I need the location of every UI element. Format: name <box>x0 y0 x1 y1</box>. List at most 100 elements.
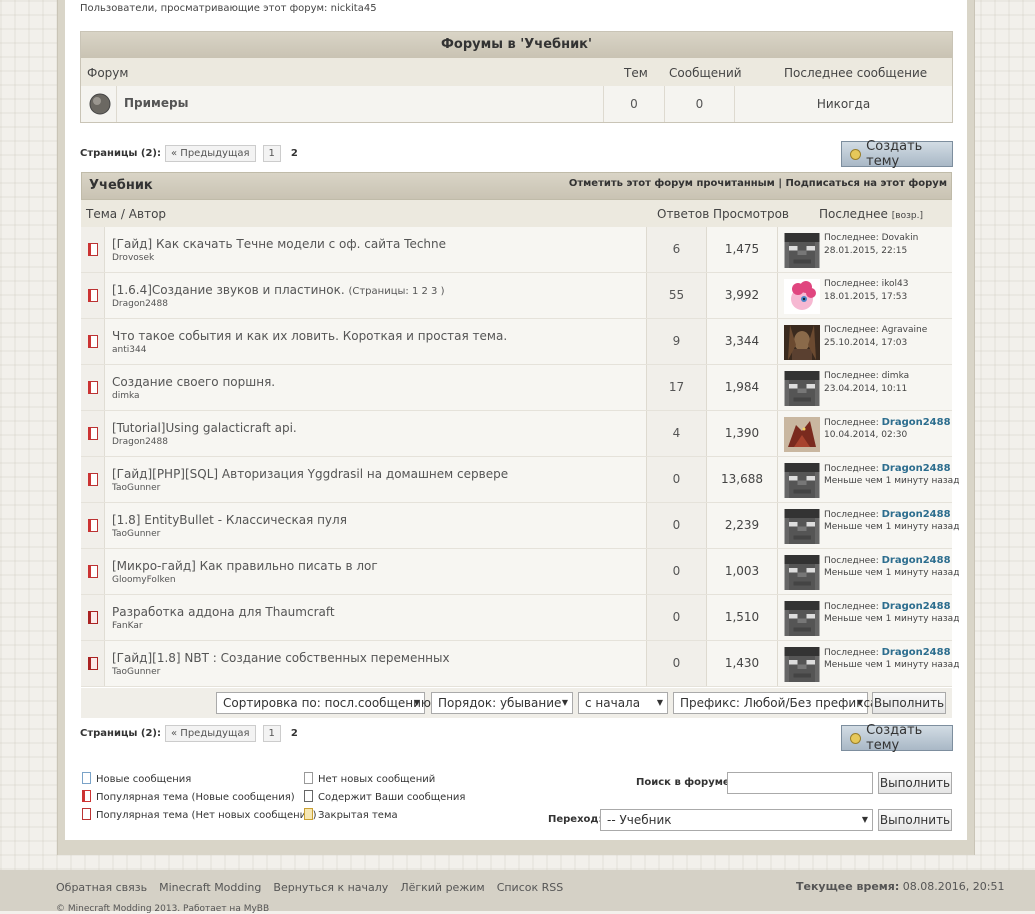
topic-author[interactable]: Dragon2488 <box>112 299 168 309</box>
topic-author[interactable]: TaoGunner <box>112 483 160 493</box>
topic-replies[interactable]: 0 <box>647 595 707 640</box>
avatar[interactable] <box>784 555 820 590</box>
subscribe-link[interactable]: Подписаться на этот форум <box>785 178 947 189</box>
search-go-button[interactable]: Выполнить <box>878 772 952 794</box>
topic-author[interactable]: TaoGunner <box>112 667 160 677</box>
topic-author[interactable]: dimka <box>112 391 140 401</box>
topic-title-link[interactable]: [1.8] EntityBullet - Классическая пуля <box>112 513 347 527</box>
avatar[interactable] <box>784 325 820 360</box>
footer-link-home[interactable]: Minecraft Modding <box>159 881 261 894</box>
topic-author[interactable]: TaoGunner <box>112 529 160 539</box>
col-last-post[interactable]: Последнее [возр.] <box>819 207 923 221</box>
col-replies[interactable]: Ответов <box>657 207 709 221</box>
topic-replies[interactable]: 6 <box>647 227 707 272</box>
topic-author[interactable]: GloomyFolken <box>112 575 176 585</box>
last-post-time: Меньше чем 1 минуту назад <box>824 476 960 486</box>
footer-link-top[interactable]: Вернуться к началу <box>273 881 388 894</box>
topic-row[interactable]: [Гайд][PHP][SQL] Авторизация Yggdrasil н… <box>81 457 959 503</box>
avatar[interactable] <box>784 509 820 544</box>
pagination-label: Страницы (2): <box>80 148 161 159</box>
jump-go-button[interactable]: Выполнить <box>878 809 952 831</box>
from-select[interactable]: с начала <box>578 692 668 714</box>
avatar[interactable] <box>784 371 820 406</box>
subforum-link[interactable]: Примеры <box>124 96 188 110</box>
page-1-link[interactable]: 1 <box>262 145 281 162</box>
topic-title-link[interactable]: [Микро-гайд] Как правильно писать в лог <box>112 559 378 573</box>
topic-author[interactable]: FanKar <box>112 621 143 631</box>
topic-row[interactable]: Создание своего поршня. dimka 17 1,984 Посл… <box>81 365 952 411</box>
topic-title-link[interactable]: [Tutorial]Using galacticraft api. <box>112 421 297 435</box>
topic-title-link[interactable]: Что такое события и как их ловить. Корот… <box>112 329 507 343</box>
topic-row[interactable]: Разработка аддона для Thaumcraft FanKar 0… <box>81 595 959 641</box>
last-post-user[interactable]: Agravaine <box>882 325 928 335</box>
topic-title-link[interactable]: [Гайд][PHP][SQL] Авторизация Yggdrasil н… <box>112 467 508 481</box>
avatar[interactable] <box>784 601 820 636</box>
avatar[interactable] <box>784 647 820 682</box>
new-thread-button-bottom[interactable]: Создать тему <box>841 723 953 753</box>
new-thread-button[interactable]: Создать тему <box>841 139 953 169</box>
col-views[interactable]: Просмотров <box>713 207 789 221</box>
last-post-user[interactable]: Dragon2488 <box>882 647 951 658</box>
topic-row[interactable]: [Гайд] Как скачать Течне модели с оф. са… <box>81 227 952 273</box>
topic-row[interactable]: [Tutorial]Using galacticraft api. Dragon… <box>81 411 952 457</box>
prev-page-button[interactable]: « Предыдущая <box>165 145 256 162</box>
apply-sort-button[interactable]: Выполнить <box>872 692 946 714</box>
subforum-row[interactable]: Примеры 0 0 Никогда <box>81 86 952 122</box>
avatar[interactable] <box>784 233 820 268</box>
topic-author[interactable]: anti344 <box>112 345 146 355</box>
prev-page-button-bottom[interactable]: « Предыдущая <box>165 725 256 742</box>
topic-pages[interactable]: (Страницы: 1 2 3 ) <box>348 286 444 297</box>
topic-last-post: Последнее: Dragon2488 Меньше чем 1 минуту… <box>778 503 959 548</box>
lock-icon <box>304 808 313 820</box>
topic-title-link[interactable]: [1.6.4]Создание звуков и пластинок. <box>112 283 345 297</box>
sort-by-select[interactable]: Сортировка по: посл.сообщению <box>216 692 431 714</box>
last-post-user[interactable]: Dragon2488 <box>882 601 951 612</box>
topic-title-link[interactable]: Создание своего поршня. <box>112 375 275 389</box>
topic-row[interactable]: Что такое события и как их ловить. Корот… <box>81 319 952 365</box>
topic-row[interactable]: [1.8] EntityBullet - Классическая пуля T… <box>81 503 959 549</box>
topic-title-link[interactable]: Разработка аддона для Thaumcraft <box>112 605 335 619</box>
col-topic-author[interactable]: Тема / Автор <box>86 207 166 221</box>
jump-select[interactable]: -- Учебник <box>600 809 873 831</box>
last-post-user[interactable]: Dragon2488 <box>882 509 951 520</box>
footer-link-rss[interactable]: Список RSS <box>497 881 564 894</box>
topic-author[interactable]: Drovosek <box>112 253 154 263</box>
footer-link-contact[interactable]: Обратная связь <box>56 881 147 894</box>
topic-replies[interactable]: 0 <box>647 549 707 594</box>
last-post-user[interactable]: Dragon2488 <box>882 555 951 566</box>
topic-replies[interactable]: 0 <box>647 457 707 502</box>
current-time: Текущее время: 08.08.2016, 20:51 <box>796 880 1005 893</box>
topic-row[interactable]: [Гайд][1.8] NBT : Создание собственных п… <box>81 641 959 687</box>
topic-replies[interactable]: 55 <box>647 273 707 318</box>
mark-read-link[interactable]: Отметить этот форум прочитанным <box>569 178 775 189</box>
avatar[interactable] <box>784 463 820 498</box>
topic-replies[interactable]: 4 <box>647 411 707 456</box>
topic-row[interactable]: [1.6.4]Создание звуков и пластинок. (Стр… <box>81 273 952 319</box>
last-post-user[interactable]: Dragon2488 <box>882 417 951 428</box>
topic-replies[interactable]: 0 <box>647 503 707 548</box>
topic-main-cell: [1.6.4]Создание звуков и пластинок. (Стр… <box>105 273 647 318</box>
topic-main-cell: [1.8] EntityBullet - Классическая пуля T… <box>105 503 647 548</box>
topic-views: 1,430 <box>707 641 778 686</box>
last-post-user[interactable]: ikol43 <box>882 279 909 289</box>
prefix-select[interactable]: Префикс: Любой/Без префикса <box>673 692 877 714</box>
avatar[interactable] <box>784 279 820 314</box>
topic-author[interactable]: Dragon2488 <box>112 437 168 447</box>
topic-title-link[interactable]: [Гайд] Как скачать Течне модели с оф. са… <box>112 237 446 251</box>
topic-replies[interactable]: 0 <box>647 641 707 686</box>
last-post-user[interactable]: Dovakin <box>882 233 919 243</box>
threads-header: Учебник Отметить этот форум прочитанным … <box>81 172 952 200</box>
avatar[interactable] <box>784 417 820 452</box>
page-1-link-bottom[interactable]: 1 <box>262 725 281 742</box>
forum-search-input[interactable] <box>727 772 873 794</box>
topic-replies[interactable]: 17 <box>647 365 707 410</box>
footer-link-lite[interactable]: Лёгкий режим <box>400 881 484 894</box>
order-select[interactable]: Порядок: убывание <box>431 692 573 714</box>
topic-row[interactable]: [Микро-гайд] Как правильно писать в лог … <box>81 549 959 595</box>
threads-colheader: Тема / Автор Ответов Просмотров Последне… <box>81 200 952 227</box>
subforums-header: Форумы в 'Учебник' <box>81 32 952 58</box>
topic-title-link[interactable]: [Гайд][1.8] NBT : Создание собственных п… <box>112 651 450 665</box>
topic-replies[interactable]: 9 <box>647 319 707 364</box>
last-post-user[interactable]: Dragon2488 <box>882 463 951 474</box>
last-post-user[interactable]: dimka <box>882 371 910 381</box>
